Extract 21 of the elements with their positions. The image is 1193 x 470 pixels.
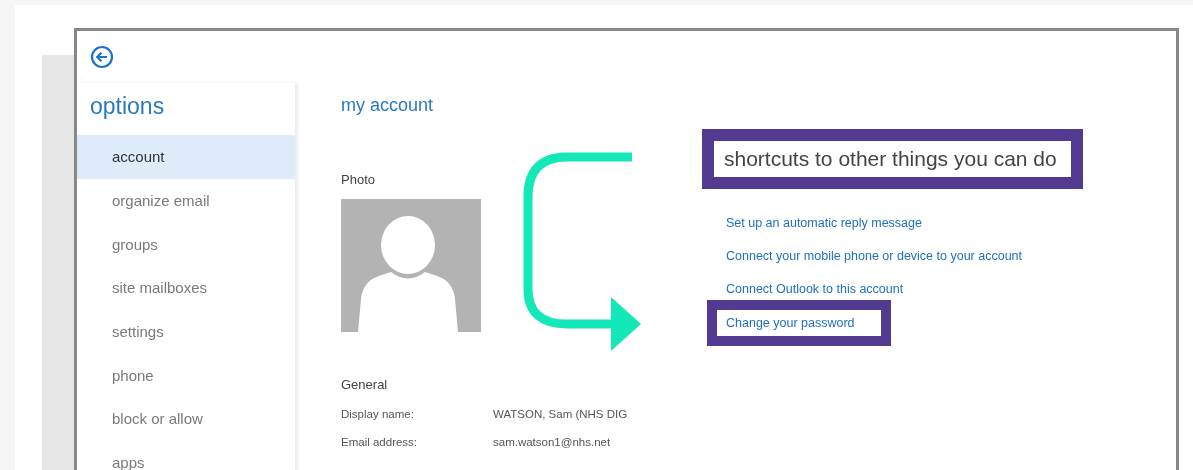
field-value: WATSON, Sam (NHS DIG	[493, 408, 628, 420]
section-heading: General	[341, 377, 389, 392]
nav-item[interactable]: site mailboxes	[77, 266, 295, 310]
nav-item[interactable]: organize email	[77, 178, 295, 223]
shortcut-link[interactable]: Connect your mobile phone or device to your account	[726, 240, 1022, 273]
field-label: Display name:	[341, 408, 415, 420]
page-title: my account	[341, 94, 435, 116]
back-button[interactable]	[90, 45, 114, 69]
photo-label: Photo	[341, 172, 376, 187]
shortcut-link[interactable]: Change your password	[707, 300, 891, 346]
field-value: sam.watson1@nhs.net	[493, 436, 611, 448]
avatar-silhouette-icon	[341, 199, 481, 332]
shortcut-link[interactable]: Set up an automatic reply message	[726, 207, 922, 240]
nav-item[interactable]: phone	[77, 353, 295, 398]
field-label: Email address:	[341, 436, 419, 448]
shortcuts-heading: shortcuts to other things you can do	[702, 129, 1083, 189]
nav-item[interactable]: account	[77, 135, 295, 179]
nav-item[interactable]: groups	[77, 222, 295, 267]
nav-item[interactable]: block or allow	[77, 397, 295, 441]
sidebar-title: options	[89, 92, 166, 121]
nav-item[interactable]: settings	[77, 309, 295, 354]
